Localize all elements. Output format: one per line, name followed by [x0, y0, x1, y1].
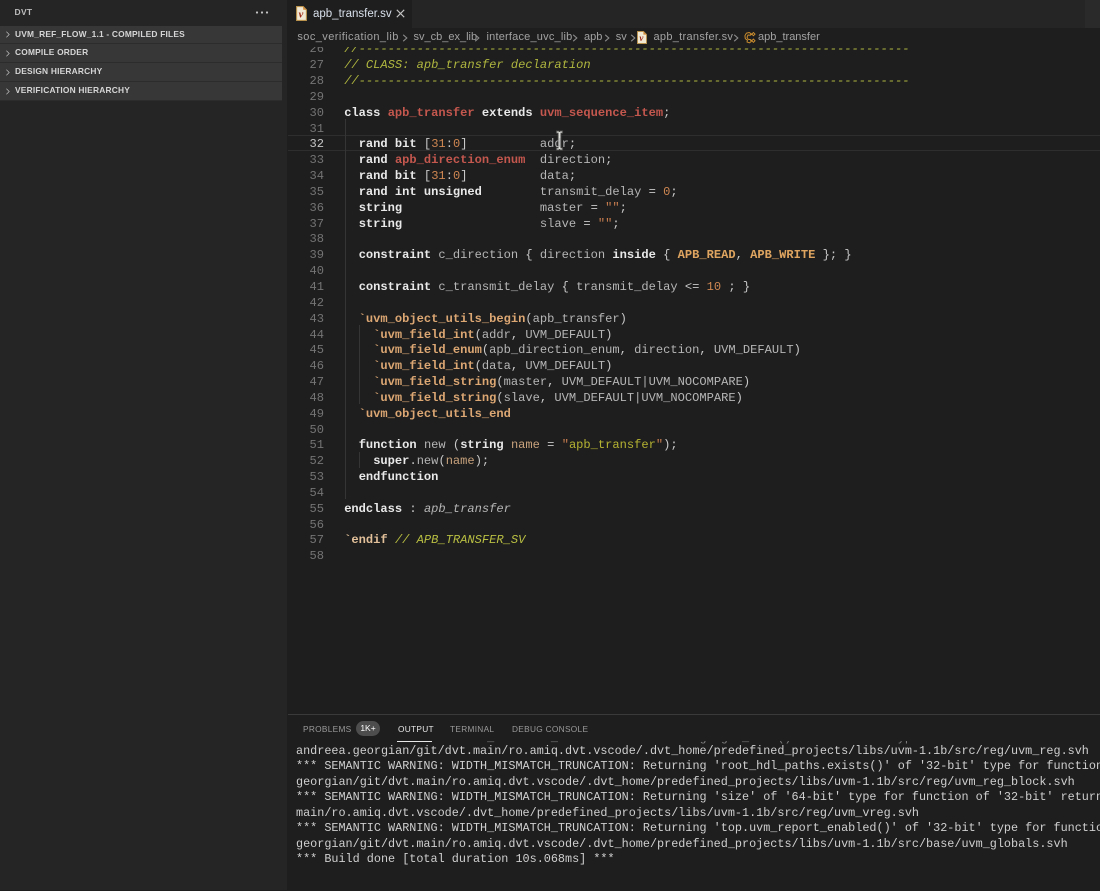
svg-text:v: v — [299, 10, 304, 21]
